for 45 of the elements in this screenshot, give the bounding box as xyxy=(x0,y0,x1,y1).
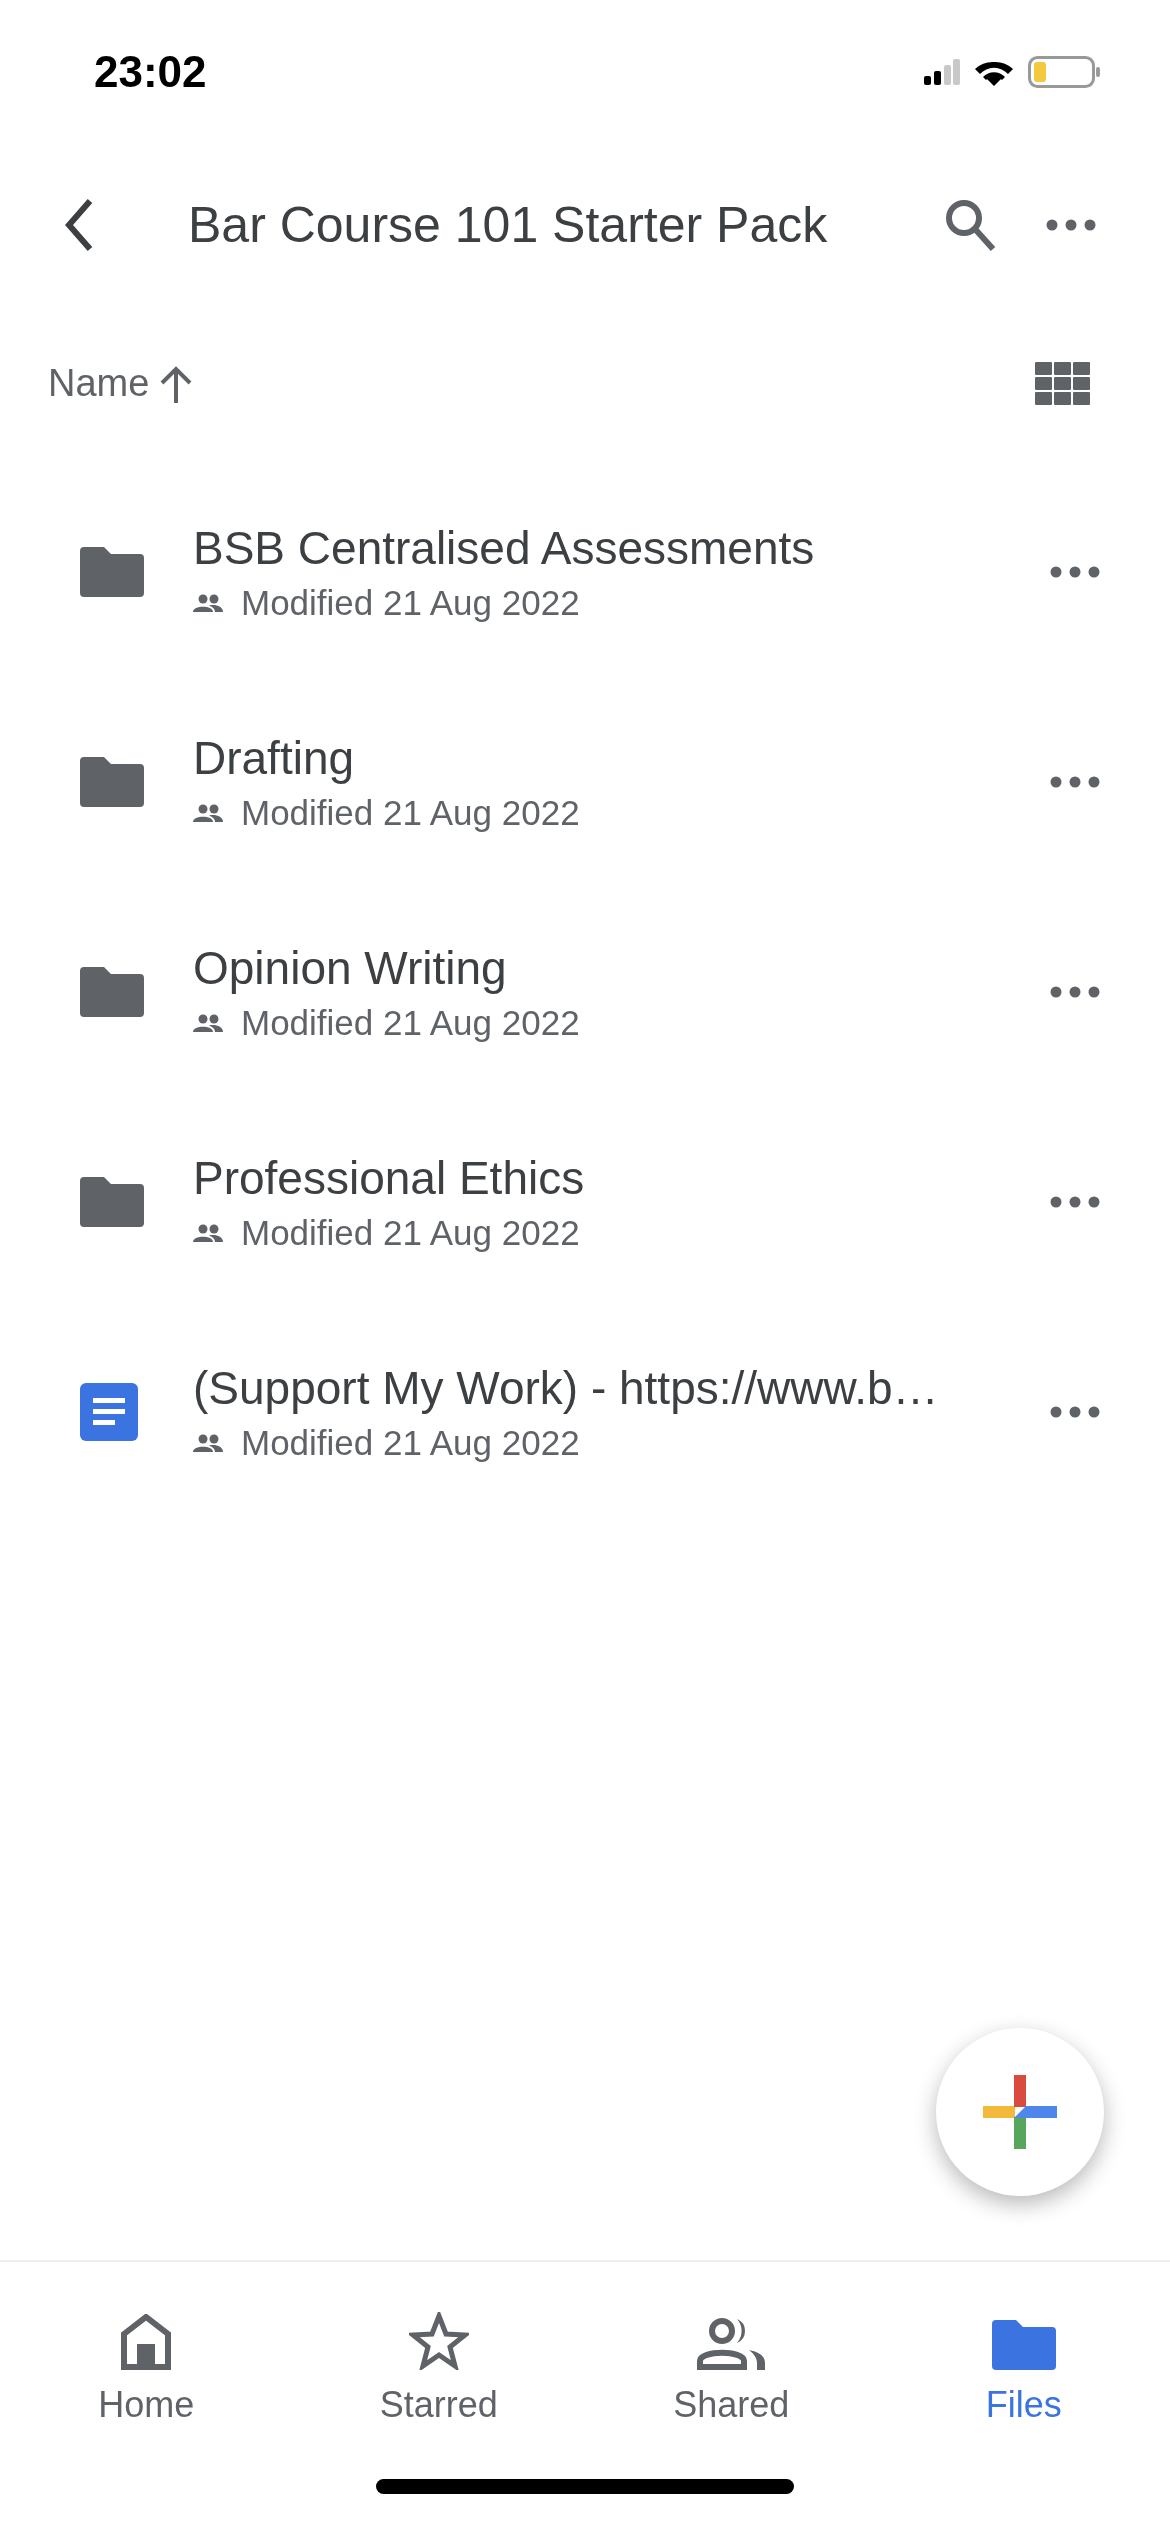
file-name: (Support My Work) - https://www.b… xyxy=(193,1361,940,1415)
more-icon[interactable] xyxy=(1050,1406,1100,1418)
star-icon xyxy=(408,2312,469,2370)
file-name: BSB Centralised Assessments xyxy=(193,521,816,575)
plus-icon xyxy=(983,2075,1057,2149)
modified-date: Modified 21 Aug 2022 xyxy=(241,793,580,833)
modified-date: Modified 21 Aug 2022 xyxy=(241,1423,580,1463)
file-row[interactable]: BSB Centralised Assessments Modified 21 Aug 2022 xyxy=(0,467,1170,677)
clock-time: 23:02 xyxy=(94,47,207,97)
folder-icon xyxy=(80,1177,144,1227)
folder-icon xyxy=(80,547,144,597)
modified-date: Modified 21 Aug 2022 xyxy=(241,1213,580,1253)
more-icon[interactable] xyxy=(1050,1196,1100,1208)
file-name: Opinion Writing xyxy=(193,941,508,995)
file-row[interactable]: Opinion Writing Modified 21 Aug 2022 xyxy=(0,887,1170,1097)
people-icon xyxy=(697,2318,766,2370)
battery-icon xyxy=(1028,56,1100,88)
file-row[interactable]: Professional Ethics Modified 21 Aug 2022 xyxy=(0,1097,1170,1307)
file-name: Professional Ethics xyxy=(193,1151,586,1205)
modified-date: Modified 21 Aug 2022 xyxy=(241,1003,580,1043)
arrow-up-icon xyxy=(159,364,194,403)
more-icon[interactable] xyxy=(1046,219,1096,231)
sort-button[interactable]: Name xyxy=(48,362,194,405)
nav-tab[interactable]: Shared xyxy=(585,2262,878,2440)
new-button[interactable] xyxy=(936,2028,1104,2196)
file-row[interactable]: (Support My Work) - https://www.b… Modified 21 Aug 2022 xyxy=(0,1307,1170,1517)
nav-tab[interactable]: Starred xyxy=(292,2262,585,2440)
signal-icon xyxy=(924,59,960,85)
home-icon xyxy=(121,2314,172,2370)
more-icon[interactable] xyxy=(1050,986,1100,998)
document-icon xyxy=(80,1383,138,1441)
nav-tab[interactable]: Files xyxy=(877,2262,1170,2440)
folder-icon xyxy=(991,2320,1056,2370)
folder-icon xyxy=(80,757,144,807)
modified-date: Modified 21 Aug 2022 xyxy=(241,583,580,623)
more-icon[interactable] xyxy=(1050,776,1100,788)
file-name: Drafting xyxy=(193,731,356,785)
more-icon[interactable] xyxy=(1050,566,1100,578)
file-row[interactable]: Drafting Modified 21 Aug 2022 xyxy=(0,677,1170,887)
grid-view-icon[interactable] xyxy=(1035,362,1090,405)
search-icon[interactable] xyxy=(944,198,996,252)
folder-title: Bar Course 101 Starter Pack xyxy=(188,196,829,254)
folder-icon xyxy=(80,967,144,1017)
nav-tab[interactable]: Home xyxy=(0,2262,293,2440)
back-icon[interactable] xyxy=(64,198,94,252)
